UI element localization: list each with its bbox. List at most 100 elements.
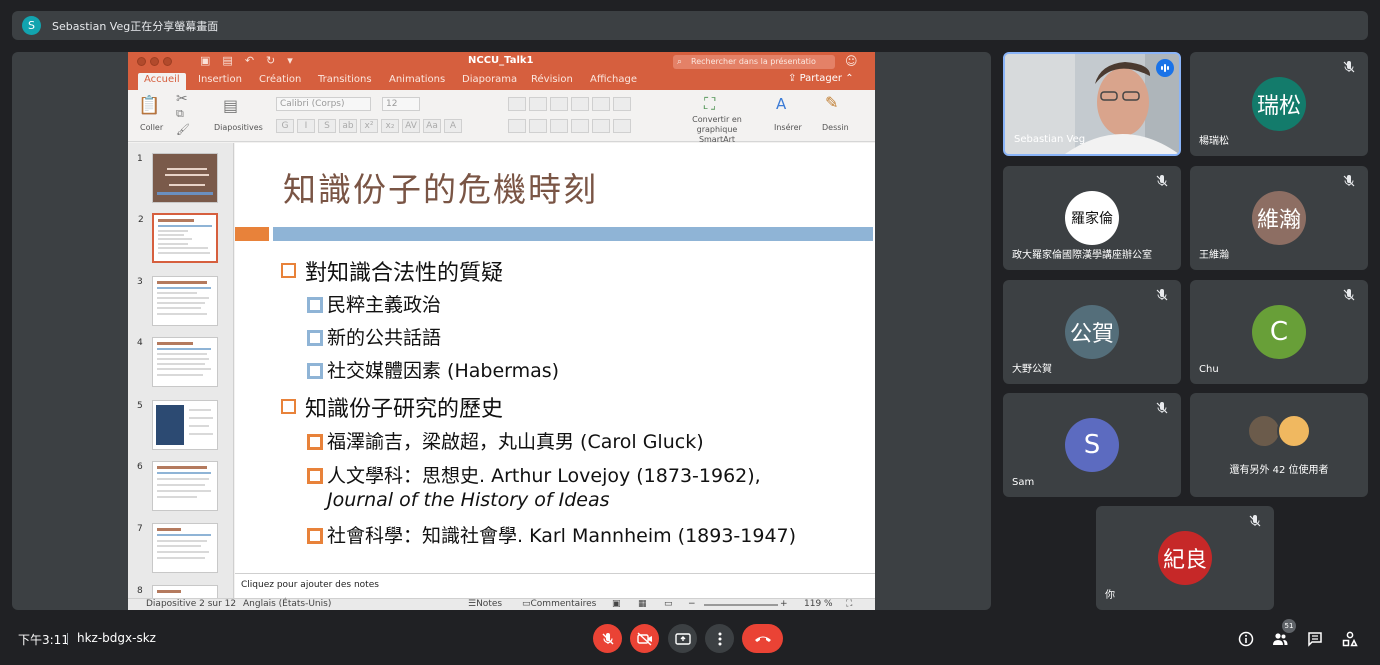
save-icon[interactable]: ▤: [222, 54, 232, 67]
align-left-button[interactable]: [508, 119, 526, 133]
case-button[interactable]: Aa: [423, 119, 441, 133]
participant-tile[interactable]: 羅家倫 政大羅家倫國際漢學講座辦公室: [1003, 166, 1181, 270]
search-input[interactable]: ⌕ Rechercher dans la présentatio: [673, 55, 835, 69]
copy-icon[interactable]: ⧉: [176, 107, 184, 121]
thumbnail-7[interactable]: 7: [137, 523, 218, 573]
font-family-select[interactable]: Calibri (Corps): [276, 97, 371, 111]
bullet-level2[interactable]: 福澤諭吉，梁啟超，丸山真男 (Carol Gluck): [307, 427, 704, 454]
zoom-out-icon[interactable]: −: [688, 599, 696, 609]
camera-toggle-button[interactable]: [630, 624, 659, 653]
people-icon[interactable]: [1272, 631, 1288, 647]
thumbnail-5[interactable]: 5: [137, 400, 218, 450]
bullet-continuation[interactable]: Journal of the History of Ideas: [327, 489, 610, 511]
numbering-button[interactable]: [529, 97, 547, 111]
font-color-button[interactable]: A: [444, 119, 462, 133]
participant-video-sebastian[interactable]: Sebastian Veg: [1003, 52, 1181, 156]
thumbnail-4[interactable]: 4: [137, 337, 218, 387]
bullets-button[interactable]: [508, 97, 526, 111]
tab-diaporama[interactable]: Diaporama: [462, 74, 517, 85]
tab-creation[interactable]: Création: [259, 74, 301, 85]
align-right-button[interactable]: [550, 119, 568, 133]
valign-button[interactable]: [613, 119, 631, 133]
bullet-level1[interactable]: 對知識合法性的質疑: [281, 255, 503, 287]
bullet-level2[interactable]: 社會科學：知識社會學. Karl Mannheim (1893-1947): [307, 521, 796, 548]
zoom-in-icon[interactable]: +: [780, 599, 788, 609]
thumbnail-3[interactable]: 3: [137, 276, 218, 326]
window-controls[interactable]: [137, 57, 172, 66]
paste-label[interactable]: Coller: [140, 123, 163, 132]
fit-icon[interactable]: ⛶: [846, 599, 852, 609]
layout-icon[interactable]: ▤: [223, 96, 238, 115]
italic-button[interactable]: I: [297, 119, 315, 133]
underline-button[interactable]: S: [318, 119, 336, 133]
feedback-icon[interactable]: ☺: [845, 54, 858, 68]
normal-view-icon[interactable]: ▣: [612, 599, 621, 609]
language-indicator[interactable]: Anglais (États-Unis): [243, 599, 331, 609]
text-direction-button[interactable]: [592, 119, 610, 133]
slide-canvas[interactable]: 知識份子的危機時刻 對知識合法性的質疑 民粹主義政治 新的公共話語 社交媒體因素…: [235, 143, 875, 598]
thumbnail-2[interactable]: 2: [138, 213, 218, 263]
bullet-level2[interactable]: 新的公共話語: [307, 323, 441, 350]
line-spacing-button[interactable]: [592, 97, 610, 111]
bold-button[interactable]: G: [276, 119, 294, 133]
cut-icon[interactable]: ✂: [176, 91, 188, 107]
draw-icon[interactable]: ✎: [825, 93, 838, 112]
align-center-button[interactable]: [529, 119, 547, 133]
bullet-level2[interactable]: 民粹主義政治: [307, 290, 441, 317]
others-tile[interactable]: 還有另外 42 位使用者: [1190, 393, 1368, 497]
notes-toggle[interactable]: ☰ Notes: [468, 599, 502, 609]
font-size-select[interactable]: 12: [382, 97, 420, 111]
char-spacing-button[interactable]: AV: [402, 119, 420, 133]
bullet-level2[interactable]: 社交媒體因素 (Habermas): [307, 356, 559, 383]
sidebar-toggle-icon[interactable]: ▣: [200, 54, 210, 67]
participant-tile[interactable]: 公賀 大野公賀: [1003, 280, 1181, 384]
participant-tile[interactable]: S Sam: [1003, 393, 1181, 497]
bullet-level1[interactable]: 知識份子研究的歷史: [281, 391, 503, 423]
customize-icon[interactable]: ▾: [287, 54, 293, 67]
chat-icon[interactable]: [1307, 631, 1323, 647]
superscript-button[interactable]: x²: [360, 119, 378, 133]
mic-toggle-button[interactable]: [593, 624, 622, 653]
zoom-slider[interactable]: [704, 604, 778, 606]
activities-icon[interactable]: [1342, 631, 1358, 647]
strike-button[interactable]: ab: [339, 119, 357, 133]
zoom-level[interactable]: 119 %: [804, 599, 833, 609]
smartart-label[interactable]: Convertir en graphique SmartArt: [681, 115, 753, 145]
share-button[interactable]: ⇪ Partager ⌃: [788, 73, 854, 84]
slideshow-view-icon[interactable]: ▭: [664, 599, 673, 609]
self-tile[interactable]: 紀良 你: [1096, 506, 1274, 610]
redo-icon[interactable]: ↻: [266, 54, 275, 67]
tab-affichage[interactable]: Affichage: [590, 74, 637, 85]
paste-icon[interactable]: 📋: [138, 95, 160, 116]
insert-shape-icon[interactable]: A: [776, 95, 786, 113]
tab-transitions[interactable]: Transitions: [318, 74, 372, 85]
tab-revision[interactable]: Révision: [531, 74, 573, 85]
bullet-level2[interactable]: 人文學科：思想史. Arthur Lovejoy (1873-1962),: [307, 461, 761, 488]
undo-icon[interactable]: ↶: [245, 54, 254, 67]
more-options-button[interactable]: [705, 624, 734, 653]
insert-label[interactable]: Insérer: [774, 123, 802, 132]
draw-label[interactable]: Dessin: [822, 123, 849, 132]
indent-decrease-button[interactable]: [550, 97, 568, 111]
smartart-icon[interactable]: ⛶: [704, 94, 715, 114]
notes-pane[interactable]: Cliquez pour ajouter des notes: [235, 573, 875, 598]
slides-label[interactable]: Diapositives: [214, 123, 263, 132]
thumbnail-1[interactable]: 1: [137, 153, 218, 203]
leave-call-button[interactable]: [742, 624, 783, 653]
slide-title[interactable]: 知識份子的危機時刻: [283, 163, 598, 211]
participant-tile[interactable]: 維瀚 王維瀚: [1190, 166, 1368, 270]
participant-tile[interactable]: C Chu: [1190, 280, 1368, 384]
thumbnail-8[interactable]: 8: [137, 585, 218, 598]
thumbnail-6[interactable]: 6: [137, 461, 218, 511]
participant-tile[interactable]: 瑞松 楊瑞松: [1190, 52, 1368, 156]
indent-increase-button[interactable]: [571, 97, 589, 111]
justify-button[interactable]: [571, 119, 589, 133]
tab-animations[interactable]: Animations: [389, 74, 445, 85]
format-painter-icon[interactable]: 🖌: [176, 123, 190, 136]
tab-insertion[interactable]: Insertion: [198, 74, 242, 85]
comments-toggle[interactable]: ▭ Commentaires: [522, 599, 596, 609]
columns-button[interactable]: [613, 97, 631, 111]
meeting-code[interactable]: hkz-bdgx-skz: [77, 631, 156, 645]
tab-accueil[interactable]: Accueil: [138, 73, 186, 90]
sorter-view-icon[interactable]: ▦: [638, 599, 647, 609]
